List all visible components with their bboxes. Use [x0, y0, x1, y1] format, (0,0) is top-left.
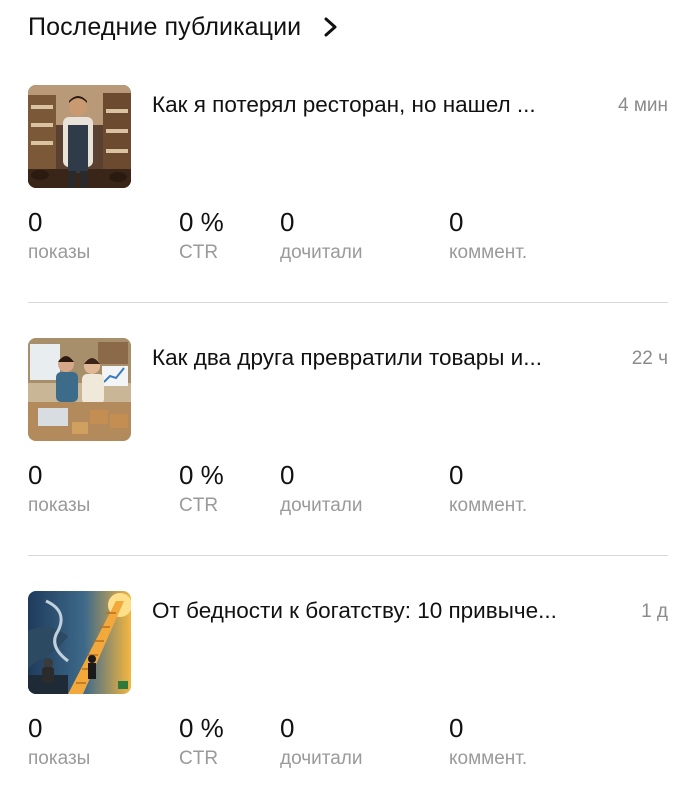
- post-time: 1 д: [641, 601, 668, 622]
- post-item[interactable]: Как два друга превратили товары и... 22 …: [28, 338, 668, 538]
- stat-label: дочитали: [280, 495, 363, 516]
- post-thumbnail[interactable]: [28, 85, 131, 188]
- post-thumbnail[interactable]: [28, 591, 131, 694]
- stat-read-through: 0 дочитали: [280, 713, 363, 771]
- post-title[interactable]: От бедности к богатству: 10 привыче...: [152, 598, 592, 624]
- stat-comments: 0 коммент.: [449, 207, 527, 265]
- post-time: 4 мин: [617, 95, 668, 116]
- stat-views: 0 показы: [28, 713, 90, 771]
- post-item[interactable]: От бедности к богатству: 10 привыче... 1…: [28, 591, 668, 791]
- stat-ctr: 0 % CTR: [179, 713, 224, 771]
- post-stats: 0 показы 0 % CTR 0 дочитали 0 коммент.: [28, 460, 668, 520]
- stat-value: 0: [28, 713, 43, 743]
- divider: [28, 555, 668, 556]
- post-title[interactable]: Как два друга превратили товары и...: [152, 345, 592, 371]
- page-title: Последние публикации: [28, 12, 302, 41]
- post-title[interactable]: Как я потерял ресторан, но нашел ...: [152, 92, 592, 118]
- stat-label: CTR: [179, 748, 219, 769]
- post-thumbnail[interactable]: [28, 338, 131, 441]
- path-to-wealth-stairs-image: [28, 591, 131, 694]
- recent-posts-header[interactable]: Последние публикации: [28, 10, 339, 44]
- post-time: 22 ч: [631, 348, 668, 369]
- stat-value: 0: [449, 207, 464, 237]
- stat-value: 0 %: [179, 460, 224, 490]
- stat-value: 0: [28, 460, 43, 490]
- stat-label: показы: [28, 242, 91, 263]
- stat-value: 0: [449, 460, 464, 490]
- stat-ctr: 0 % CTR: [179, 207, 224, 265]
- stat-label: дочитали: [280, 748, 363, 769]
- post-stats: 0 показы 0 % CTR 0 дочитали 0 коммент.: [28, 713, 668, 773]
- man-in-shoe-store-image: [28, 85, 131, 188]
- stat-label: CTR: [179, 242, 219, 263]
- stat-label: показы: [28, 495, 91, 516]
- stat-value: 0: [280, 460, 295, 490]
- stat-value: 0: [28, 207, 43, 237]
- divider: [28, 302, 668, 303]
- stat-label: коммент.: [449, 748, 528, 769]
- post-item[interactable]: Как я потерял ресторан, но нашел ... 4 м…: [28, 85, 668, 285]
- stat-label: коммент.: [449, 242, 528, 263]
- post-stats: 0 показы 0 % CTR 0 дочитали 0 коммент.: [28, 207, 668, 267]
- stat-value: 0 %: [179, 713, 224, 743]
- chevron-right-icon[interactable]: [323, 17, 339, 37]
- stat-comments: 0 коммент.: [449, 713, 527, 771]
- stat-read-through: 0 дочитали: [280, 207, 363, 265]
- stat-label: коммент.: [449, 495, 528, 516]
- stat-comments: 0 коммент.: [449, 460, 527, 518]
- stat-read-through: 0 дочитали: [280, 460, 363, 518]
- stat-label: дочитали: [280, 242, 363, 263]
- stat-ctr: 0 % CTR: [179, 460, 224, 518]
- stat-label: показы: [28, 748, 91, 769]
- stat-value: 0 %: [179, 207, 224, 237]
- stat-label: CTR: [179, 495, 219, 516]
- stat-value: 0: [280, 713, 295, 743]
- stat-views: 0 показы: [28, 460, 90, 518]
- stat-views: 0 показы: [28, 207, 90, 265]
- stat-value: 0: [280, 207, 295, 237]
- two-friends-with-laptop-image: [28, 338, 131, 441]
- stat-value: 0: [449, 713, 464, 743]
